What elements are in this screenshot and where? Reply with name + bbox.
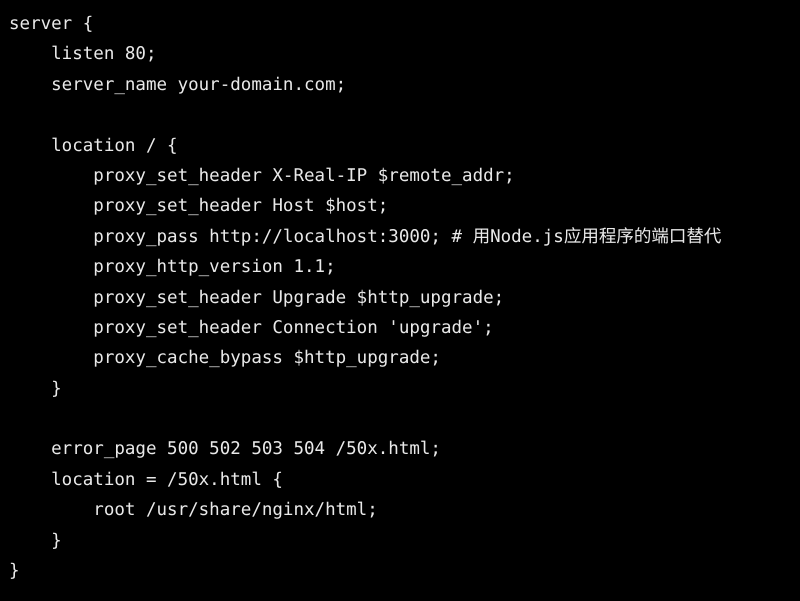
code-line: listen 80; bbox=[9, 44, 157, 65]
code-line: error_page 500 502 503 504 /50x.html; bbox=[9, 439, 441, 460]
code-line: location / { bbox=[9, 135, 178, 156]
code-line: proxy_http_version 1.1; bbox=[9, 257, 336, 278]
code-line: proxy_cache_bypass $http_upgrade; bbox=[9, 348, 441, 369]
code-line: } bbox=[9, 378, 62, 399]
code-block[interactable]: server { listen 80; server_name your-dom… bbox=[0, 0, 800, 601]
code-line: proxy_set_header Upgrade $http_upgrade; bbox=[9, 287, 505, 308]
code-line: } bbox=[9, 561, 20, 582]
code-line: server { bbox=[9, 14, 94, 34]
code-line: } bbox=[9, 530, 62, 551]
code-line: proxy_set_header Host $host; bbox=[9, 196, 389, 217]
code-line: server_name your-domain.com; bbox=[9, 74, 347, 95]
code-line: root /usr/share/nginx/html; bbox=[9, 500, 378, 521]
code-line: proxy_pass http://localhost:3000; # 用Nod… bbox=[9, 226, 722, 247]
code-line: proxy_set_header Connection 'upgrade'; bbox=[9, 317, 494, 338]
code-line: location = /50x.html { bbox=[9, 469, 283, 490]
code-line: proxy_set_header X-Real-IP $remote_addr; bbox=[9, 165, 515, 186]
